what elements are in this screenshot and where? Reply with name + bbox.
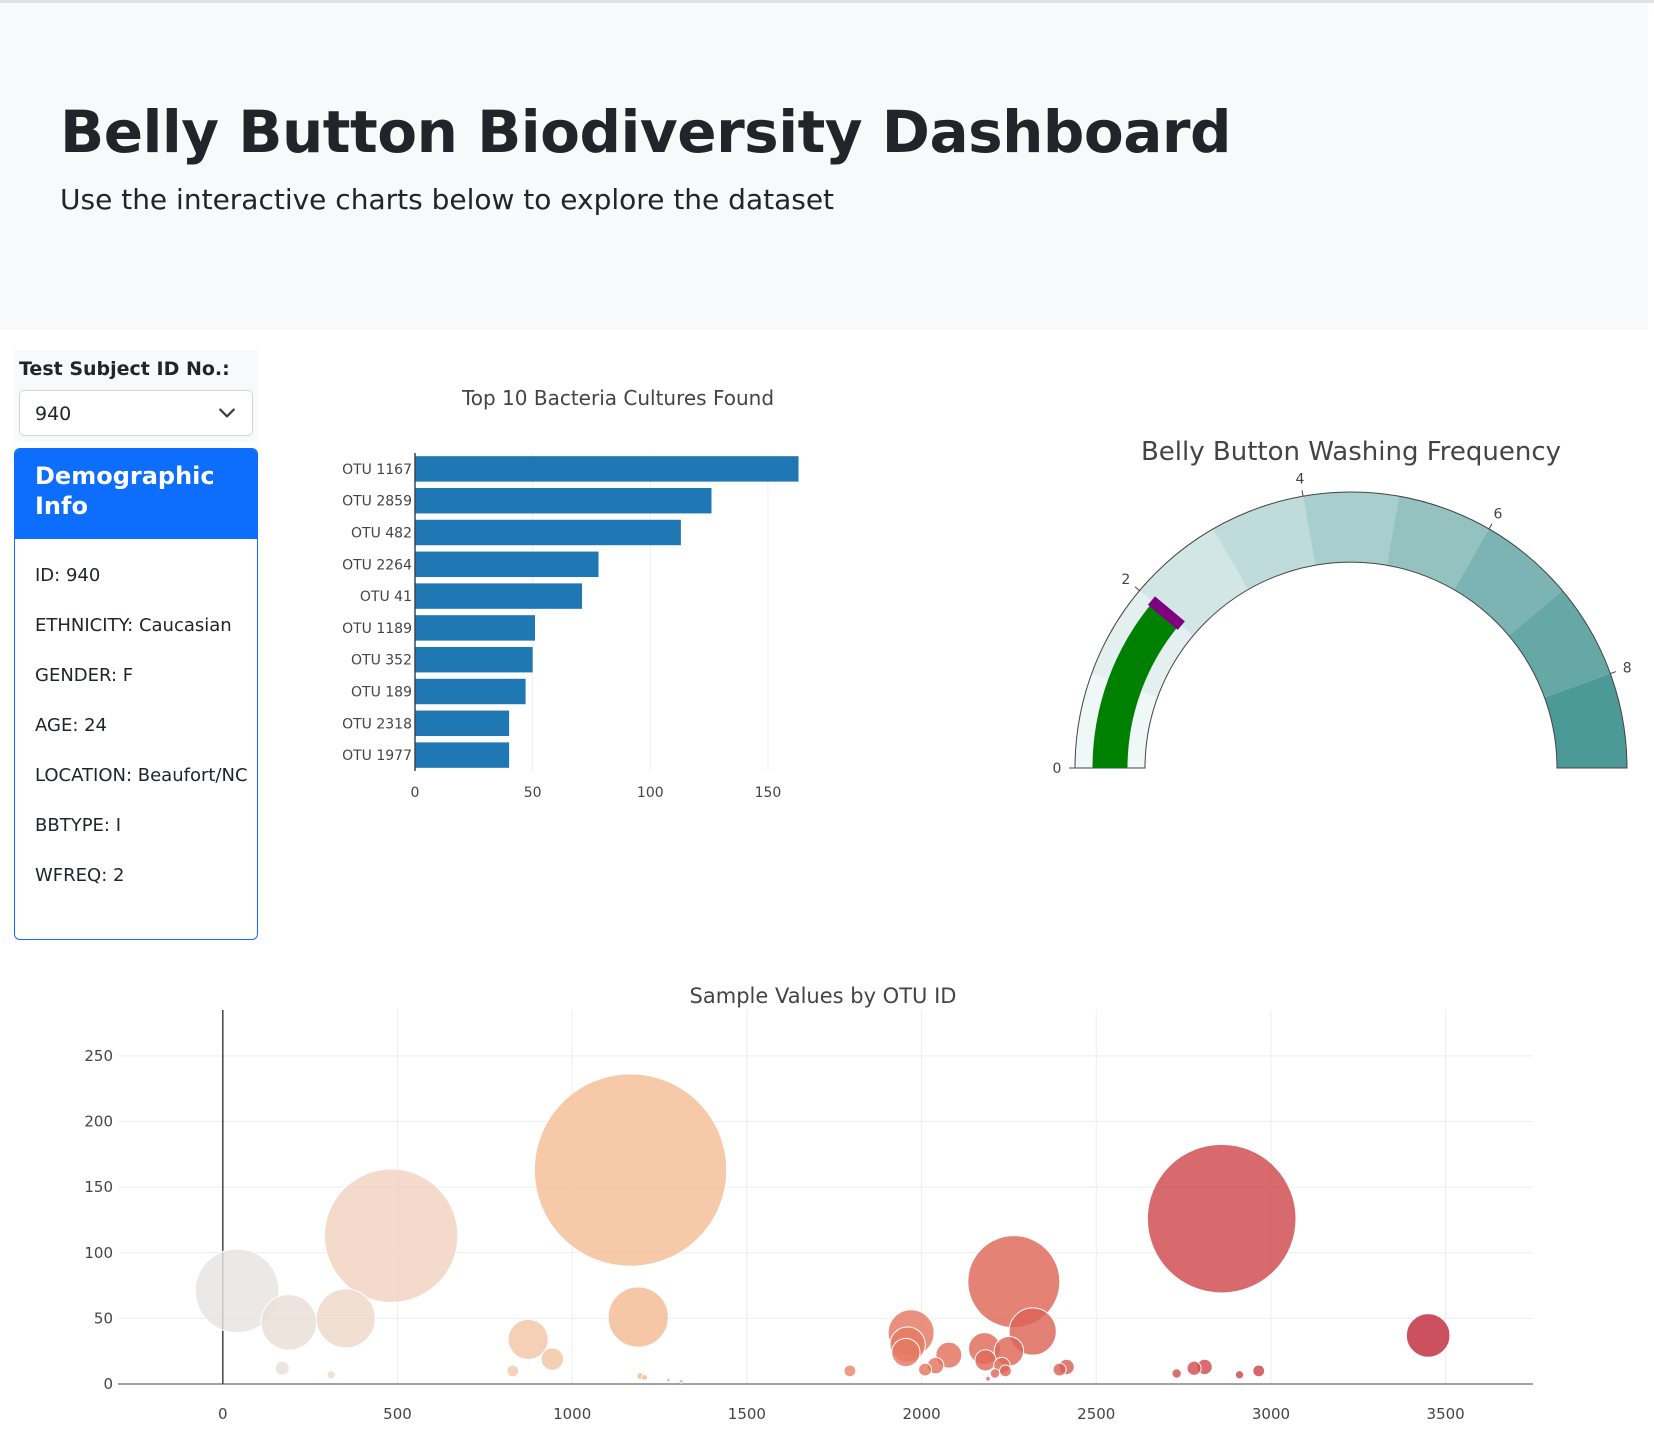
bubble-point <box>665 1377 671 1383</box>
bar <box>415 487 712 514</box>
bubble-point <box>641 1373 648 1381</box>
bar-chart: Top 10 Bacteria Cultures Found 0 50 100 150 O… <box>342 386 799 801</box>
demographic-entry: ETHNICITY: Caucasian <box>35 615 232 636</box>
bubble-point <box>540 1347 564 1371</box>
bar-y-tick-label: OTU 352 <box>351 653 412 669</box>
bar-x-tick-label: 0 <box>411 785 420 801</box>
bubble-y-tick-label: 200 <box>84 1113 113 1131</box>
demographic-entry: LOCATION: Beaufort/NC <box>35 765 248 786</box>
demographic-panel-body: ID: 940 ETHNICITY: Caucasian GENDER: F AGE:… <box>35 561 250 911</box>
bubble-point <box>1252 1364 1266 1378</box>
bubble-chart: Sample Values by OTU ID0 500 1000 1500 2000 2… <box>84 984 1533 1423</box>
bubble-point <box>260 1294 318 1351</box>
demographic-entry: BBTYPE: I <box>35 815 122 836</box>
demographic-panel: Demographic Info ID: 940 ETHNICITY: Cauca… <box>14 448 258 940</box>
bubble-x-tick-label: 1000 <box>553 1405 591 1423</box>
bubble-point <box>974 1349 997 1372</box>
bar-x-tick-label: 50 <box>524 785 542 801</box>
bubble-x-tick-label: 0 <box>218 1405 228 1423</box>
gauge-tick <box>1610 671 1617 675</box>
demographic-panel-header: Demographic Info <box>15 449 257 539</box>
gauge-step <box>1303 492 1399 566</box>
gauge-tick-label: 6 <box>1494 506 1503 522</box>
bar <box>415 456 799 482</box>
demographic-entry: AGE: 24 <box>35 715 108 736</box>
bubble-y-tick-label: 250 <box>84 1047 113 1065</box>
bubble-point <box>1171 1368 1182 1379</box>
demographic-entry: GENDER: F <box>35 665 134 686</box>
bar-y-tick-label: OTU 2859 <box>342 494 412 510</box>
bubble-x-tick-label: 2000 <box>902 1405 940 1423</box>
bar <box>415 678 526 705</box>
demographic-panel-title: Demographic Info <box>35 462 215 520</box>
demographic-entry: ID: 940 <box>35 565 101 586</box>
bubble-x-tick-label: 500 <box>383 1405 412 1423</box>
bar-chart-title: Top 10 Bacteria Cultures Found <box>461 386 774 410</box>
bubble-point <box>1146 1143 1297 1294</box>
bar <box>415 615 535 641</box>
bubble-point <box>1186 1360 1202 1376</box>
bubble-point <box>607 1286 669 1348</box>
gauge-tick-label: 2 <box>1121 572 1130 588</box>
bubble-point <box>999 1364 1012 1378</box>
bar-y-tick-label: OTU 41 <box>360 589 412 605</box>
bubble-point <box>274 1360 290 1376</box>
bubble-point <box>891 1337 921 1368</box>
bubble-point <box>506 1364 520 1378</box>
bubble-y-tick-label: 150 <box>84 1178 113 1196</box>
bar-y-tick-label: OTU 189 <box>351 685 412 701</box>
bubble-point <box>985 1375 991 1382</box>
bubble-x-tick-label: 2500 <box>1077 1405 1115 1423</box>
bubble-point <box>324 1168 459 1303</box>
gauge-tick-label: 0 <box>1053 761 1062 777</box>
bubble-x-tick-label: 3000 <box>1252 1405 1290 1423</box>
bar-y-tick-label: OTU 482 <box>351 526 412 542</box>
bar-y-tick-label: OTU 1189 <box>342 621 412 637</box>
subject-id-selected: 940 <box>35 403 72 425</box>
bubble-y-tick-label: 50 <box>94 1309 113 1327</box>
gauge-tick <box>1134 586 1140 591</box>
bubble-point <box>326 1370 336 1380</box>
demographic-entry: WFREQ: 2 <box>35 865 125 886</box>
bar <box>415 646 533 673</box>
page-subtitle: Use the interactive charts below to expl… <box>60 183 835 216</box>
gauge-chart: Belly Button Washing Frequency 0 2 4 6 8 <box>1053 437 1632 777</box>
selector-label: Test Subject ID No.: <box>19 358 230 380</box>
bar <box>415 710 510 737</box>
bubble-x-tick-label: 1500 <box>728 1405 766 1423</box>
bubble-point <box>918 1362 933 1377</box>
gauge-tick <box>1301 490 1304 497</box>
bubble-chart-title: Sample Values by OTU ID <box>690 984 957 1008</box>
bar <box>415 583 583 609</box>
chevron-down-icon <box>219 408 235 418</box>
bubble-y-tick-label: 0 <box>103 1375 113 1393</box>
bubble-x-tick-label: 3500 <box>1427 1405 1465 1423</box>
bubble-point <box>1234 1370 1245 1380</box>
bar-y-tick-label: OTU 2318 <box>342 716 412 732</box>
bubble-y-tick-label: 100 <box>84 1244 113 1262</box>
subject-id-select[interactable]: 940 <box>19 390 253 436</box>
bar-y-tick-label: OTU 1977 <box>342 748 412 764</box>
selector-well: Test Subject ID No.: 940 <box>14 350 258 442</box>
bubble-point <box>533 1073 728 1267</box>
bubble-point <box>843 1364 857 1378</box>
bubble-point <box>1405 1313 1451 1358</box>
bubble-point <box>678 1378 684 1384</box>
gauge-tick-label: 4 <box>1295 471 1304 487</box>
bubble-point <box>315 1288 376 1349</box>
bar-y-tick-label: OTU 2264 <box>342 557 412 573</box>
gauge-tick <box>1488 523 1493 530</box>
gauge-title: Belly Button Washing Frequency <box>1141 437 1561 467</box>
bar-y-tick-label: OTU 1167 <box>342 462 412 478</box>
page-title: Belly Button Biodiversity Dashboard <box>60 98 1232 166</box>
bubble-point <box>989 1368 1001 1379</box>
bar <box>415 742 510 768</box>
bubble-point <box>1052 1362 1067 1377</box>
gauge-tick-label: 8 <box>1623 660 1632 676</box>
header-jumbotron: Belly Button Biodiversity Dashboard Use … <box>0 3 1648 330</box>
bar-x-tick-label: 100 <box>637 785 664 801</box>
bar-x-tick-label: 150 <box>755 785 782 801</box>
bar <box>415 519 681 546</box>
bar <box>415 551 599 578</box>
